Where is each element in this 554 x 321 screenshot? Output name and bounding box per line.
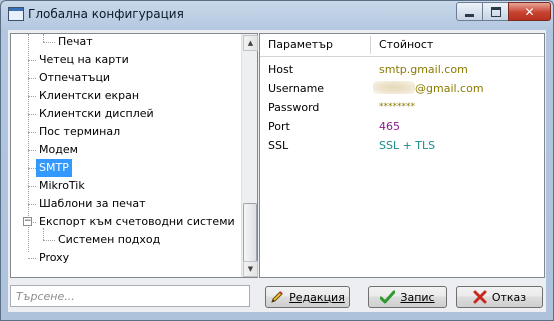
tree-connector [28, 258, 36, 259]
tree-item-print-templates[interactable]: Шаблони за печат [36, 195, 149, 213]
tree-connector [28, 204, 36, 205]
tree-item-proxy[interactable]: Proxy [36, 249, 72, 267]
scroll-up-icon[interactable]: ▲ [243, 35, 258, 51]
tree-item-client-screen[interactable]: Клиентски екран [36, 87, 142, 105]
cancel-button-label: Отказ [491, 290, 527, 304]
tree-item-accounting-export[interactable]: Експорт към счетоводни системи [36, 213, 238, 231]
property-value: SSL + TLS [379, 139, 436, 152]
settings-tree[interactable]: Печат Четец на карти Отпечатъци Клиентск… [10, 33, 258, 278]
tree-connector [43, 34, 44, 42]
scroll-down-icon[interactable]: ▼ [243, 261, 258, 277]
collapse-icon[interactable]: − [23, 217, 32, 226]
checkmark-icon [380, 290, 396, 304]
save-button[interactable]: Запис [368, 286, 447, 308]
tree-item-card-reader[interactable]: Четец на карти [36, 51, 132, 69]
app-window-icon [8, 7, 24, 21]
tree-connector [28, 186, 36, 187]
tree-item-modem[interactable]: Модем [36, 141, 81, 159]
scroll-thumb[interactable] [243, 203, 257, 262]
close-icon: ✕ [524, 4, 535, 19]
tree-connector [28, 150, 36, 151]
property-name: Username [268, 82, 325, 95]
save-button-label: Запис [400, 290, 435, 304]
tree-item-pos-terminal[interactable]: Пос терминал [36, 123, 123, 141]
property-name: SSL [268, 139, 289, 152]
minimize-button[interactable] [456, 2, 483, 21]
tree-item-system-approach[interactable]: Системен подход [55, 231, 163, 249]
tree-connector [28, 96, 36, 97]
tree-scrollbar[interactable]: ▲ ▼ [241, 34, 258, 277]
search-input[interactable]: Търсене... [10, 285, 250, 307]
minimize-icon [465, 13, 474, 17]
tree-connector [28, 132, 36, 133]
username-domain: @gmail.com [415, 82, 484, 95]
tree-connector [28, 78, 36, 79]
property-row-host[interactable]: Host smtp.gmail.com [260, 60, 544, 79]
property-name: Host [268, 63, 294, 76]
property-value: 465 [379, 120, 400, 133]
tree-connector [43, 42, 55, 43]
column-header-value[interactable]: Стойност [371, 34, 433, 56]
tree-item-client-display[interactable]: Клиентски дисплей [36, 105, 157, 123]
column-header-parameter[interactable]: Параметър [260, 34, 333, 56]
tree-connector [43, 240, 55, 241]
property-row-username[interactable]: Username @gmail.com [260, 79, 544, 98]
window-title: Глобална конфигурация [28, 7, 184, 21]
property-name: Password [268, 101, 320, 114]
property-name: Port [268, 120, 290, 133]
maximize-button[interactable] [482, 2, 509, 21]
tree-item-fingerprints[interactable]: Отпечатъци [36, 69, 113, 87]
title-bar[interactable]: Глобална конфигурация ✕ [1, 1, 553, 28]
cancel-button[interactable]: Отказ [456, 286, 543, 308]
config-window: Глобална конфигурация ✕ Печат Четец на к… [0, 0, 554, 321]
tree-item-smtp[interactable]: SMTP [36, 159, 72, 177]
maximize-icon [490, 6, 501, 17]
property-row-port[interactable]: Port 465 [260, 117, 544, 136]
property-value: ******** [379, 102, 415, 112]
property-row-password[interactable]: Password ******** [260, 98, 544, 117]
properties-header: Параметър Стойност [260, 34, 544, 57]
pencil-icon [270, 290, 284, 304]
dialog-body: Печат Четец на карти Отпечатъци Клиентск… [8, 30, 546, 312]
tree-connector [28, 60, 36, 61]
redacted-username [373, 81, 415, 94]
properties-grid: Параметър Стойност Host smtp.gmail.com U… [259, 33, 545, 278]
property-row-ssl[interactable]: SSL SSL + TLS [260, 136, 544, 155]
tree-item-print[interactable]: Печат [55, 33, 96, 51]
tree-connector [28, 168, 36, 169]
edit-button[interactable]: Редакция [265, 286, 350, 308]
tree-connector [28, 114, 36, 115]
property-value: @gmail.com [373, 79, 484, 98]
x-icon [473, 290, 487, 304]
property-value: smtp.gmail.com [379, 63, 468, 76]
close-button[interactable]: ✕ [508, 2, 551, 21]
edit-button-label: Редакция [289, 290, 345, 304]
tree-item-mikrotik[interactable]: MikroTik [36, 177, 88, 195]
